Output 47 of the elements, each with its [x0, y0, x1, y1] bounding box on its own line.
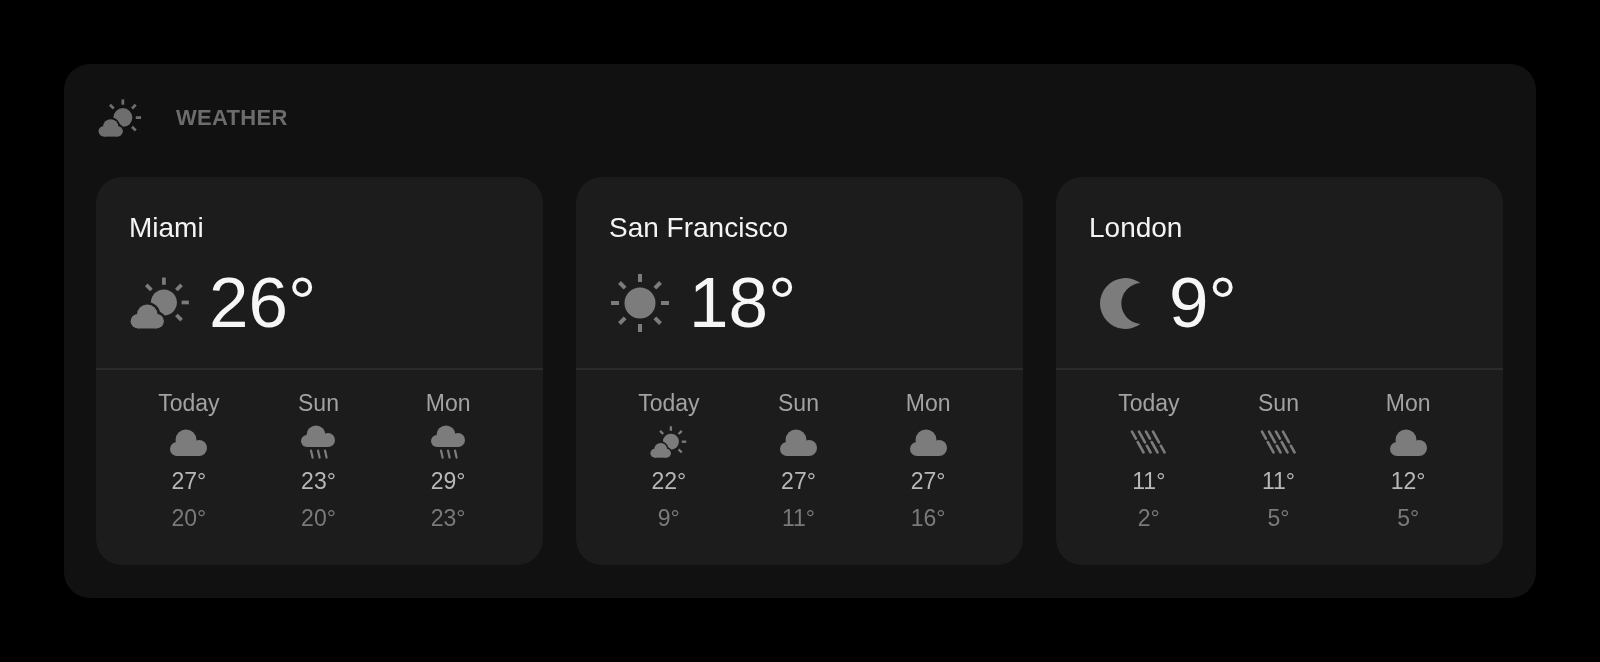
day-label: Today [638, 389, 700, 417]
high-temperature: 12° [1390, 467, 1426, 495]
low-temperature: 23° [430, 504, 466, 532]
low-temperature: 2° [1137, 504, 1160, 532]
sun-icon [610, 273, 670, 333]
city-name: Miami [129, 212, 204, 244]
day-label: Sun [298, 389, 339, 417]
low-temperature: 11° [781, 504, 816, 532]
sun-cloud-icon [130, 277, 190, 329]
day-label: Today [1118, 389, 1180, 417]
high-temperature: 23° [301, 467, 336, 495]
moon-icon [1099, 276, 1141, 330]
current-temperature: 18° [689, 273, 797, 333]
high-temperature: 29° [430, 467, 466, 495]
widget-title: WEATHER [176, 104, 288, 132]
cloud-icon [909, 428, 947, 456]
city-name: San Francisco [609, 212, 788, 244]
high-temperature: 27° [910, 467, 946, 495]
day-label: Sun [1258, 389, 1299, 417]
low-temperature: 20° [171, 504, 207, 532]
high-temperature: 27° [171, 467, 207, 495]
day-label: Today [158, 389, 220, 417]
rain-cloud-icon [301, 425, 336, 459]
cloud-icon [1389, 428, 1427, 456]
high-temperature: 11° [1261, 467, 1296, 495]
day-label: Mon [905, 389, 951, 417]
cloud-icon [170, 428, 208, 456]
current-temperature: 26° [209, 273, 317, 333]
current-temperature: 9° [1169, 273, 1237, 333]
low-temperature: 5° [1267, 504, 1290, 532]
sun-cloud-icon [650, 426, 688, 458]
high-temperature: 27° [781, 467, 816, 495]
low-temperature: 5° [1397, 504, 1420, 532]
day-label: Sun [778, 389, 819, 417]
rain-streaks-icon [1130, 430, 1168, 454]
rain-streaks-icon [1260, 430, 1297, 454]
high-temperature: 11° [1132, 467, 1166, 495]
sun-cloud-icon [98, 99, 142, 137]
day-label: Mon [1385, 389, 1431, 417]
high-temperature: 22° [651, 467, 687, 495]
low-temperature: 20° [301, 504, 336, 532]
low-temperature: 9° [657, 504, 680, 532]
day-label: Mon [425, 389, 471, 417]
city-name: London [1089, 212, 1183, 244]
rain-cloud-icon [431, 425, 466, 459]
cloud-icon [780, 428, 817, 456]
low-temperature: 16° [910, 504, 946, 532]
